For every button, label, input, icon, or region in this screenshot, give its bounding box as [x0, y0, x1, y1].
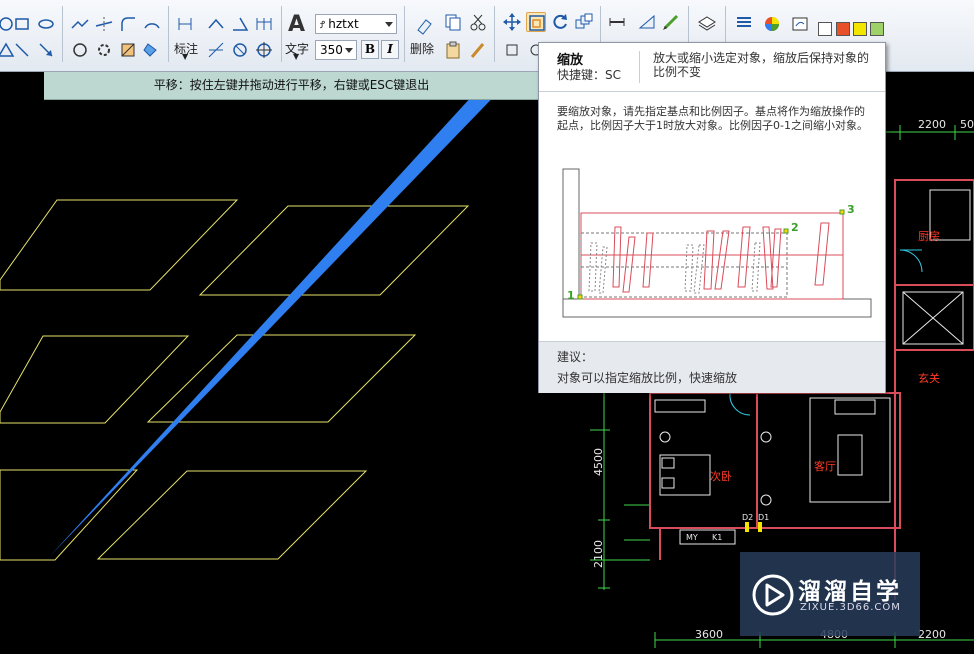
room-label: 次卧 [710, 469, 732, 483]
linetype-icon[interactable] [734, 12, 754, 32]
dimension-icon[interactable] [175, 14, 195, 34]
font-size-value: 350 [320, 43, 343, 57]
watermark-logo: 溜溜自学 ZIXUE.3D66.COM [740, 552, 920, 636]
dim-text: 2200 [918, 628, 946, 641]
play-logo-icon [752, 574, 794, 616]
color-wheel-icon[interactable] [762, 14, 782, 34]
bold-button[interactable]: B [361, 40, 379, 59]
properties-icon[interactable] [790, 14, 810, 34]
arc-icon[interactable] [142, 14, 162, 34]
dim-text: 4500 [592, 448, 605, 476]
ellipse-icon[interactable] [36, 14, 56, 34]
polyline-icon[interactable] [70, 14, 90, 34]
dim-text: 2100 [592, 540, 605, 568]
move-icon[interactable] [502, 12, 522, 32]
rotate-icon[interactable] [550, 12, 570, 32]
center-mark-icon[interactable] [254, 40, 274, 60]
watermark-brand: 溜溜自学 [798, 579, 902, 605]
pencil-icon[interactable] [661, 12, 681, 32]
area-icon[interactable] [637, 12, 657, 32]
pan-hint-bar: 平移：按住左键并拖动进行平移，右键或ESC键退出 [44, 72, 539, 100]
color-swatch-green[interactable] [870, 22, 884, 36]
dim-text: 2200 [918, 118, 946, 131]
suggestion-text: 对象可以指定缩放比例，快速缩放 [557, 371, 738, 385]
door-tag: D1 [758, 513, 769, 522]
text-tool-icon[interactable]: A [288, 12, 305, 37]
tooltip-description: 要缩放对象，请先指定基点和比例因子。基点将作为缩放操作的起点，比例因子大于1时放… [557, 105, 868, 132]
tooltip-footer: 建议： 对象可以指定缩放比例，快速缩放 [539, 341, 885, 393]
watermark-url: ZIXUE.3D66.COM [800, 602, 901, 613]
eraser-icon[interactable] [414, 16, 434, 36]
font-name: hztxt [328, 17, 359, 31]
tooltip-shortcut: 快捷键：SC [557, 68, 621, 82]
font-select[interactable]: Ꝭ hztxt [315, 14, 397, 34]
angle-dim-icon[interactable] [230, 14, 250, 34]
suggestion-heading: 建议： [557, 350, 594, 364]
brush-icon[interactable] [468, 40, 488, 60]
door-tag: D2 [742, 513, 753, 522]
italic-button[interactable]: I [381, 40, 399, 59]
offset-icon[interactable] [502, 40, 522, 60]
dimension-dropdown-icon[interactable]: ▼ [182, 52, 188, 61]
rect-icon[interactable] [12, 14, 32, 34]
room-label: 客厅 [814, 459, 836, 473]
delete-label[interactable]: 删除 [410, 40, 434, 57]
aligned-dim-icon[interactable] [206, 14, 226, 34]
text-dropdown-icon[interactable]: ▼ [293, 52, 299, 61]
scale-illustration: 1 2 3 [562, 168, 872, 318]
diameter-dim-icon[interactable] [230, 40, 250, 60]
fillet-icon[interactable] [118, 14, 138, 34]
line-icon[interactable] [12, 40, 32, 60]
gear-icon[interactable] [94, 40, 114, 60]
fill-bucket-icon[interactable] [142, 40, 162, 60]
dim-text: 500 [960, 118, 974, 131]
font-size-select[interactable]: 350 [315, 40, 357, 60]
room-label: 玄关 [918, 371, 940, 385]
scale-tooltip: 缩放 快捷键：SC 放大或缩小选定对象，缩放后保持对象的比例不变 要缩放对象，请… [538, 42, 886, 393]
copy-icon[interactable] [443, 12, 463, 32]
color-swatch-white[interactable] [818, 22, 832, 36]
hatch-icon[interactable] [118, 40, 138, 60]
color-swatch-yellow[interactable] [853, 22, 867, 36]
chevron-down-icon [385, 22, 393, 27]
paste-icon[interactable] [443, 40, 463, 60]
rotate-circle-icon[interactable] [70, 40, 90, 60]
array-icon[interactable] [574, 12, 594, 32]
dim-text: 3600 [695, 628, 723, 641]
base-point-marker: 1 [567, 289, 575, 302]
diagonal-arrow-icon[interactable] [36, 40, 56, 60]
trim-icon[interactable] [94, 14, 114, 34]
window-tag: MY [686, 533, 698, 542]
scale-point-marker: 3 [847, 203, 855, 216]
chevron-down-icon [345, 48, 353, 53]
room-label: 厨房 [918, 230, 940, 243]
radius-dim-icon[interactable] [206, 40, 226, 60]
scale-icon[interactable] [526, 12, 546, 32]
font-icon: Ꝭ [320, 20, 329, 31]
baseline-dim-icon[interactable] [254, 14, 274, 34]
scale-point-marker: 2 [791, 221, 799, 234]
layer-icon[interactable] [697, 14, 717, 34]
window-tag: K1 [712, 533, 722, 542]
color-swatch-red[interactable] [836, 22, 850, 36]
cut-icon[interactable] [468, 12, 488, 32]
measure-icon[interactable] [607, 12, 627, 32]
tooltip-summary: 放大或缩小选定对象，缩放后保持对象的比例不变 [653, 51, 870, 79]
